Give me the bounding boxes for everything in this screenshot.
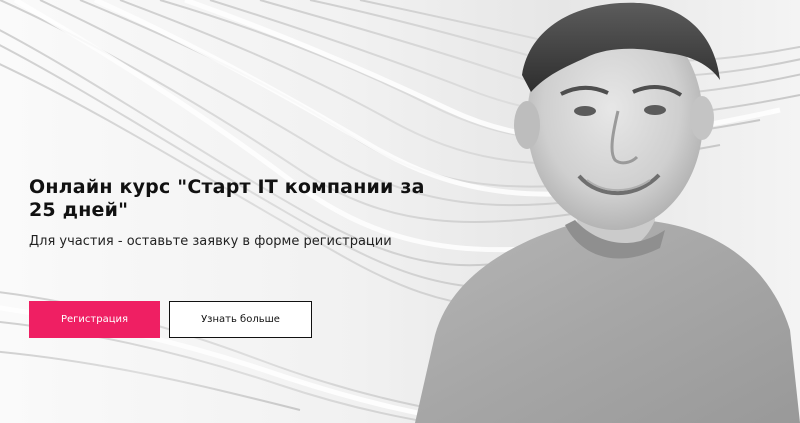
left-eye	[574, 106, 596, 116]
speaker-photo	[415, 2, 800, 423]
course-subtitle: Для участия - оставьте заявку в форме ре…	[29, 234, 392, 249]
right-eye	[644, 105, 666, 115]
left-ear	[514, 101, 540, 149]
learn-more-button[interactable]: Узнать больше	[169, 301, 312, 338]
course-title: Онлайн курс "Старт IT компании за 25 дне…	[29, 176, 425, 221]
right-ear	[690, 96, 714, 140]
register-button[interactable]: Регистрация	[29, 301, 160, 338]
hero-content: Онлайн курс "Старт IT компании за 25 дне…	[29, 176, 429, 250]
hero-actions: Регистрация Узнать больше	[29, 301, 312, 338]
hero-section: Онлайн курс "Старт IT компании за 25 дне…	[0, 0, 800, 423]
